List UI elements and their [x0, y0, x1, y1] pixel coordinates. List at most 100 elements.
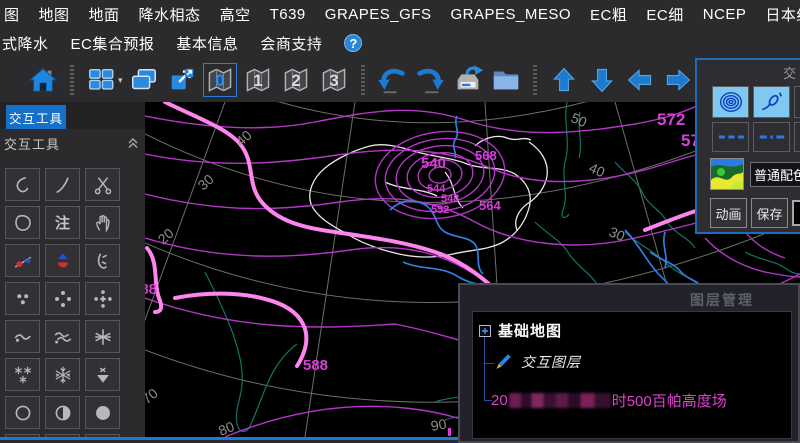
colormap-thumbnail-button[interactable] [710, 158, 744, 190]
menu-item-GRAPES_MESO[interactable]: GRAPES_MESO [450, 6, 571, 23]
map-view-0-button[interactable]: 0 [203, 63, 237, 97]
menu-item-EC集合预报[interactable]: EC集合预报 [71, 33, 155, 54]
interactive-layer-label: 交互图层 [521, 352, 581, 372]
lat-label-40: 40 [233, 127, 255, 149]
base-map-label: 基础地图 [498, 320, 562, 341]
scissors-icon [92, 174, 114, 196]
arrup-icon [549, 65, 579, 95]
line-style-dashdot-button[interactable] [753, 122, 790, 152]
toolbar-separator [361, 65, 365, 95]
draw-ellipse-button[interactable] [753, 86, 790, 118]
svg-text:3: 3 [329, 71, 338, 90]
tool-triangle-x[interactable] [85, 358, 120, 391]
menu-item-EC粗[interactable]: EC粗 [590, 4, 627, 25]
tool-hook-barbs[interactable] [85, 244, 120, 277]
triangle-x-icon [92, 364, 114, 386]
height-layer-prefix: 20 [491, 392, 508, 409]
sidebar-panel-header: 交互工具 [0, 129, 145, 157]
snowflake-icon [52, 364, 74, 386]
tool-dots-four[interactable] [45, 282, 80, 315]
home-button[interactable] [25, 62, 61, 98]
move-right-button[interactable] [660, 62, 696, 98]
open-folder-button[interactable] [488, 62, 524, 98]
snow-cluster-icon [12, 364, 34, 386]
menu-item-式降水[interactable]: 式降水 [2, 33, 49, 54]
line-style-longdash-button[interactable] [794, 122, 800, 152]
save-button[interactable]: 保存 [751, 198, 788, 228]
move-down-button[interactable] [584, 62, 620, 98]
svg-text:0: 0 [215, 71, 224, 90]
arrleft-icon [625, 65, 655, 95]
undo-button[interactable] [374, 62, 410, 98]
fill-color-button[interactable] [794, 86, 800, 118]
color-scheme-dropdown[interactable]: 普通配色 [750, 162, 800, 187]
menu-item-地面[interactable]: 地面 [89, 4, 120, 25]
layer-node-interactive[interactable]: 交互图层 [493, 352, 581, 372]
undo-icon [376, 64, 408, 96]
lat-label-40-right: 40 [587, 159, 608, 180]
menu-item-NCEP[interactable]: NCEP [703, 6, 747, 23]
tool-lasso[interactable] [5, 206, 40, 239]
curve-hook-icon [12, 174, 34, 196]
menu-item-T639[interactable]: T639 [270, 6, 306, 23]
menu-item-高空[interactable]: 高空 [220, 4, 251, 25]
dots-four-icon [52, 288, 74, 310]
window-layout-button[interactable] [83, 62, 119, 98]
map-view-3-button[interactable]: 3 [317, 63, 351, 97]
tool-circle-filled[interactable] [85, 396, 120, 429]
tool-snow-cluster[interactable] [5, 358, 40, 391]
menu-item-地图[interactable]: 地图 [39, 4, 70, 25]
svg-text:2: 2 [291, 71, 300, 90]
animate-button[interactable]: 动画 [710, 198, 747, 228]
menu-item-GRAPES_GFS[interactable]: GRAPES_GFS [325, 6, 432, 23]
menu-item-日本细网格[interactable]: 日本细网格 [765, 4, 800, 25]
lat-label-30-right: 30 [607, 223, 628, 244]
move-left-button[interactable] [622, 62, 658, 98]
menu-item-EC细[interactable]: EC细 [646, 4, 683, 25]
interactive-analysis-panel: 交 普通配色 动画 保存 [695, 58, 800, 234]
tool-snowflake[interactable] [45, 358, 80, 391]
window-expand-button[interactable] [164, 62, 200, 98]
menu-item-降水相态[interactable]: 降水相态 [139, 4, 201, 25]
tree-expand-icon[interactable] [479, 325, 491, 337]
lat-label-30: 30 [195, 171, 217, 193]
line-color-swatch[interactable] [792, 200, 800, 226]
collapse-chevron-icon[interactable] [127, 137, 139, 152]
contour-label-552: 552 [431, 204, 449, 216]
tool-dots-five[interactable] [85, 282, 120, 315]
layer-node-height-field[interactable]: 20 时500百帕高度场 [491, 390, 727, 411]
export-image-button[interactable] [450, 62, 486, 98]
lasso-icon [12, 212, 34, 234]
menu-item-基本信息[interactable]: 基本信息 [176, 33, 238, 54]
map-view-2-button[interactable]: 2 [279, 63, 313, 97]
draw-contour-rings-button[interactable] [712, 86, 749, 118]
window-layout-caret[interactable]: ▾ [118, 75, 123, 86]
menu-item-会商支持[interactable]: 会商支持 [260, 33, 322, 54]
arrright-icon [663, 65, 693, 95]
tool-wave-single[interactable] [5, 320, 40, 353]
tool-asterisk[interactable] [85, 320, 120, 353]
tool-curve-hook[interactable] [5, 168, 40, 201]
warm-front-icon [12, 250, 34, 272]
tool-curve-line[interactable] [45, 168, 80, 201]
tool-annotate[interactable]: 注 [45, 206, 80, 239]
tool-dots-three[interactable] [5, 282, 40, 315]
tool-warm-front[interactable] [5, 244, 40, 277]
line-style-dashed-button[interactable] [712, 122, 749, 152]
tab-interactive-tools[interactable]: 交互工具 [6, 105, 66, 129]
tool-wave-double[interactable] [45, 320, 80, 353]
tool-pan-hand[interactable] [85, 206, 120, 239]
map-view-1-button[interactable]: 1 [241, 63, 275, 97]
window-cascade-button[interactable] [126, 62, 162, 98]
tool-circle-open[interactable] [5, 396, 40, 429]
sidebar-header-label: 交互工具 [4, 134, 60, 153]
help-icon[interactable]: ? [344, 34, 362, 52]
redo-button[interactable] [412, 62, 448, 98]
tool-circle-half[interactable] [45, 396, 80, 429]
tool-scissors[interactable] [85, 168, 120, 201]
tool-stationary-front[interactable] [45, 244, 80, 277]
layer-node-base-map[interactable]: 基础地图 [479, 320, 562, 341]
move-up-button[interactable] [546, 62, 582, 98]
menu-item-图[interactable]: 图 [4, 4, 20, 25]
pan-hand-icon [92, 212, 114, 234]
